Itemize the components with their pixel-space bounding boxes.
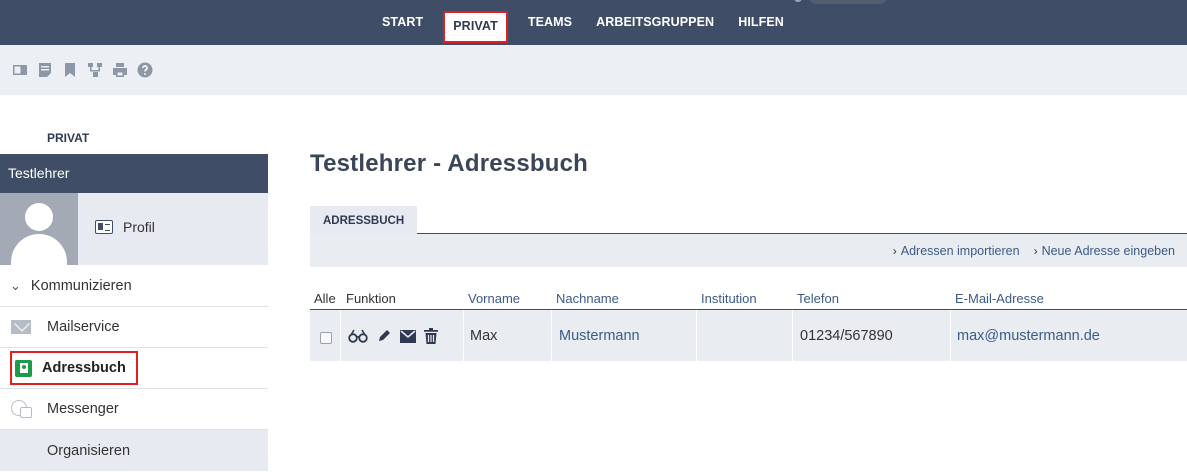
column-email[interactable]: E-Mail-Adresse: [955, 291, 1044, 306]
content-tabbar: ADRESSBUCH: [310, 206, 1187, 235]
column-telefon[interactable]: Telefon: [797, 291, 839, 306]
messenger-icon: [11, 400, 32, 418]
action-bar: › Adressen importieren › Neue Adresse ei…: [310, 234, 1187, 267]
sidebar-section-title: PRIVAT: [47, 131, 90, 145]
cell-nachname[interactable]: Mustermann: [559, 328, 640, 344]
page-title: Testlehrer - Adressbuch: [310, 150, 589, 177]
delete-icon[interactable]: [421, 326, 441, 346]
top-navigation: START PRIVAT TEAMS ARBEITSGRUPPEN HILFEN: [0, 0, 1187, 45]
user-name-bar: Testlehrer: [0, 154, 268, 193]
new-address-link[interactable]: › Neue Adresse eingeben: [1034, 244, 1175, 258]
addressbook-icon: [15, 359, 32, 377]
sidebar-item-label: Messenger: [47, 401, 119, 417]
row-checkbox[interactable]: [320, 332, 332, 344]
view-icon[interactable]: [348, 326, 368, 346]
action-label: Adressen importieren: [900, 243, 1020, 258]
cell-email[interactable]: max@mustermann.de: [957, 328, 1100, 344]
import-addresses-link[interactable]: › Adressen importieren: [893, 244, 1020, 258]
tab-privat[interactable]: PRIVAT: [443, 11, 508, 43]
column-nachname[interactable]: Nachname: [556, 291, 619, 306]
table-row: Max Mustermann 01234/567890 max@musterma…: [310, 309, 1187, 362]
bookmark-icon[interactable]: [61, 62, 78, 79]
sidebar-item-adressbuch-highlight: Adressbuch: [10, 351, 138, 385]
main-tabs: START PRIVAT TEAMS ARBEITSGRUPPEN HILFEN: [370, 0, 796, 45]
chevron-right-icon: ›: [1033, 243, 1038, 258]
action-label: Neue Adresse eingeben: [1041, 243, 1175, 258]
top-pill: [808, 0, 888, 4]
note-icon[interactable]: [36, 62, 53, 79]
sidebar: PRIVAT Testlehrer Profil ⌄ Kommunizieren…: [0, 95, 268, 472]
id-card-icon: [95, 220, 113, 234]
sidebar-group-label: Kommunizieren: [30, 278, 132, 294]
sidebar-group-label: Organisieren: [47, 442, 131, 459]
sidebar-item-label: Adressbuch: [42, 360, 126, 376]
sidebar-item-mailservice[interactable]: Mailservice: [0, 307, 268, 348]
tab-adressbuch[interactable]: ADRESSBUCH: [310, 206, 418, 235]
window-icon[interactable]: [11, 62, 28, 79]
sidebar-group-kommunizieren[interactable]: ⌄ Kommunizieren: [0, 266, 268, 307]
chevron-down-icon: ⌄: [10, 278, 21, 293]
print-icon[interactable]: [111, 62, 128, 79]
avatar: [0, 193, 78, 265]
profile-link[interactable]: Profil: [95, 219, 155, 235]
profile-label: Profil: [123, 219, 155, 235]
edit-icon[interactable]: [374, 326, 394, 346]
sidebar-item-label: Mailservice: [47, 319, 120, 335]
tab-start[interactable]: START: [370, 0, 435, 45]
cell-vorname: Max: [470, 328, 498, 344]
toolbar: [0, 45, 1187, 95]
profile-row: Profil: [0, 193, 268, 265]
chevron-right-icon: ›: [892, 243, 897, 258]
mail-icon: [11, 320, 31, 334]
column-institution[interactable]: Institution: [701, 291, 757, 306]
help-icon[interactable]: [136, 62, 153, 79]
table-header: Alle Funktion Vorname Nachname Instituti…: [310, 289, 1187, 309]
sidebar-group-organisieren[interactable]: Organisieren: [0, 430, 268, 471]
column-funktion: Funktion: [346, 291, 396, 306]
sitemap-icon[interactable]: [86, 62, 103, 79]
column-vorname[interactable]: Vorname: [468, 291, 520, 306]
tab-hilfen[interactable]: HILFEN: [726, 0, 796, 45]
tab-arbeitsgruppen[interactable]: ARBEITSGRUPPEN: [584, 0, 726, 45]
tab-teams[interactable]: TEAMS: [516, 0, 584, 45]
sidebar-item-messenger[interactable]: Messenger: [0, 389, 268, 430]
column-alle[interactable]: Alle: [314, 291, 336, 306]
cell-telefon: 01234/567890: [800, 328, 893, 344]
mail-icon[interactable]: [398, 326, 418, 346]
sidebar-item-adressbuch[interactable]: Adressbuch: [0, 348, 268, 389]
